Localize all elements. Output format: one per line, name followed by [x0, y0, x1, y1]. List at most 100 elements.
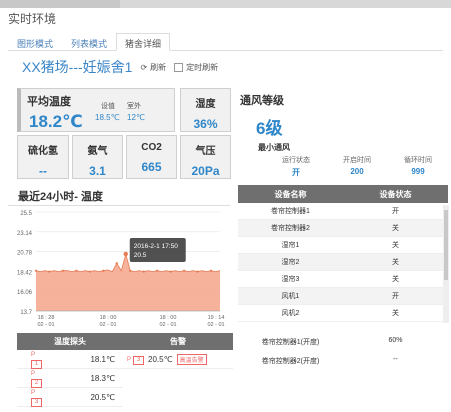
- vent-stat-cycle-value: 999: [411, 167, 425, 176]
- device-name: 风机1: [281, 293, 300, 300]
- auto-refresh-toggle[interactable]: 定时刷新: [174, 62, 218, 73]
- header: XX猪场---妊娠舍1 ⟳ 刷新 定时刷新: [22, 57, 218, 77]
- chart-x-tick-date: 02 - 01: [37, 322, 54, 328]
- chart-point: [48, 270, 51, 273]
- chart-x-tick-date: 02 - 01: [207, 322, 224, 328]
- opening-row-2: 卷帘控制器2(开度) --: [238, 356, 448, 366]
- probe-prefix: P: [31, 371, 36, 377]
- vent-stat-run-label: 运行状态: [282, 157, 310, 164]
- chart-y-tick: 20.78: [17, 251, 33, 257]
- tab-house-detail[interactable]: 猪舍详细: [116, 33, 171, 51]
- chart-tooltip-value: 20.5: [134, 252, 147, 259]
- chart-point: [209, 269, 213, 272]
- chart-point: [156, 269, 159, 272]
- device-status: 关: [392, 276, 399, 283]
- chart-point: [34, 269, 38, 272]
- opening-name-2: 卷帘控制器2(开度): [261, 358, 320, 365]
- co2-value: 665: [141, 160, 162, 174]
- h2s-value: --: [39, 164, 47, 178]
- chart-point: [75, 269, 78, 272]
- device-status-header: 设备状态: [379, 189, 412, 199]
- chart-point: [196, 270, 199, 273]
- tab-list-mode[interactable]: 列表模式: [62, 33, 116, 50]
- probe-prefix: P: [31, 352, 36, 358]
- chart-y-tick: 16.06: [17, 290, 33, 296]
- chart-y-tick: 23.14: [17, 231, 33, 237]
- tab-graph-mode[interactable]: 图形模式: [8, 33, 62, 50]
- alarm-rows: P 3 20.5℃ 高温告警: [123, 350, 233, 369]
- page-title: 实时环境: [8, 12, 57, 26]
- device-table-scrollbar[interactable]: [443, 205, 449, 323]
- chart-point: [129, 269, 132, 272]
- chart-y-tick: 13.7: [20, 310, 32, 316]
- co2-label: CO2: [141, 142, 162, 153]
- scrollbar-thumb[interactable]: [444, 210, 448, 280]
- refresh-icon: ⟳: [140, 62, 148, 72]
- probe-panel: 温度探头 P1 18.1℃ P2 18.3℃ P3 20.5℃: [17, 333, 123, 407]
- chart-point: [102, 269, 105, 272]
- probe-value: 18.3℃: [90, 373, 115, 383]
- set-value: 18.5℃: [95, 113, 120, 122]
- opening-row-1: 卷帘控制器1(开度) 60%: [238, 337, 448, 347]
- pressure-value: 20Pa: [191, 164, 220, 178]
- vent-stat-cycle-label: 循环时间: [404, 157, 432, 164]
- alarm-header: 告警: [123, 333, 233, 350]
- refresh-label: 刷新: [150, 62, 167, 72]
- probe-header: 温度探头: [17, 333, 123, 350]
- tab-bar: 图形模式 列表模式 猪舍详细: [8, 33, 443, 51]
- pressure-label: 气压: [195, 146, 216, 157]
- temperature-chart-svg: 25.523.1420.7818.4216.0613.718 : 2802 - …: [17, 211, 225, 328]
- probe-value: 18.1℃: [90, 354, 115, 364]
- vent-stat-run: 运行状态开: [282, 155, 310, 178]
- ventilation-mode: 最小通风: [258, 143, 290, 152]
- h2s-card: 硫化氢 --: [17, 135, 69, 179]
- device-row: 湿帘1 关: [238, 237, 448, 254]
- chart-x-tick: 19 : 14: [208, 315, 225, 321]
- device-name: 风机2: [281, 310, 300, 317]
- chart-point: [182, 269, 186, 272]
- chart-x-tick: 18 : 00: [160, 315, 177, 321]
- avg-temp-card: 平均温度 18.2℃ 设值 室外 18.5℃ 12℃: [17, 88, 175, 132]
- device-row: 湿帘2 关: [238, 254, 448, 271]
- chart-x-tick: 18 : 28: [38, 315, 55, 321]
- auto-refresh-checkbox[interactable]: [174, 62, 184, 72]
- outdoor-label: 室外: [127, 103, 141, 110]
- chart-point: [61, 269, 65, 272]
- vent-stat-cycle: 循环时间 999: [404, 155, 432, 178]
- probe-rows: P1 18.1℃ P2 18.3℃ P3 20.5℃: [17, 350, 123, 407]
- device-row: 湿帘3 关: [238, 271, 448, 288]
- nh3-value: 3.1: [89, 164, 106, 178]
- alarm-row: P 3 20.5℃ 高温告警: [123, 350, 233, 369]
- chart-title: 最近24小时- 温度: [18, 191, 103, 203]
- humidity-card: 湿度 36%: [180, 88, 231, 132]
- device-name: 卷帘控制器2: [271, 225, 310, 232]
- probe-prefix: P: [31, 390, 36, 396]
- device-status: 关: [392, 242, 399, 249]
- probe-id-badge: 3: [31, 398, 42, 407]
- chart-x-tick-date: 02 - 01: [99, 322, 116, 328]
- opening-name-1: 卷帘控制器1(开度): [261, 339, 320, 346]
- chart-y-tick: 25.5: [20, 211, 32, 217]
- chart-point: [142, 270, 145, 273]
- device-name: 湿帘2: [281, 259, 300, 266]
- device-table-header: 设备名称 设备状态: [238, 185, 448, 203]
- device-name: 湿帘1: [281, 242, 300, 249]
- device-table: 设备名称 设备状态 卷帘控制器1 开卷帘控制器2 关湿帘1 关湿帘2 关湿帘3 关风机1 开…: [238, 185, 448, 322]
- temperature-chart: 25.5 23.14 20.78 18.42 16.06 13.7 18 : 28 02 - …: [8, 205, 230, 330]
- device-name: 卷帘控制器1: [271, 208, 310, 215]
- device-status: 开: [392, 293, 399, 300]
- top-bar: [0, 0, 451, 8]
- alarm-type-badge: 高温告警: [176, 353, 207, 365]
- refresh-button[interactable]: ⟳ 刷新: [140, 62, 166, 73]
- chart-point: [169, 270, 172, 273]
- chart-point: [115, 262, 118, 265]
- outdoor-value: 12℃: [127, 113, 145, 122]
- device-row: 卷帘控制器2 关: [238, 220, 448, 237]
- nh3-label: 氨气: [87, 146, 108, 157]
- device-row: 风机2 关: [238, 305, 448, 322]
- device-status: 开: [392, 208, 399, 215]
- probe-value: 20.5℃: [90, 392, 115, 402]
- humidity-label: 湿度: [195, 99, 216, 110]
- device-status: 关: [392, 310, 399, 317]
- ventilation-level: 6级: [256, 119, 283, 138]
